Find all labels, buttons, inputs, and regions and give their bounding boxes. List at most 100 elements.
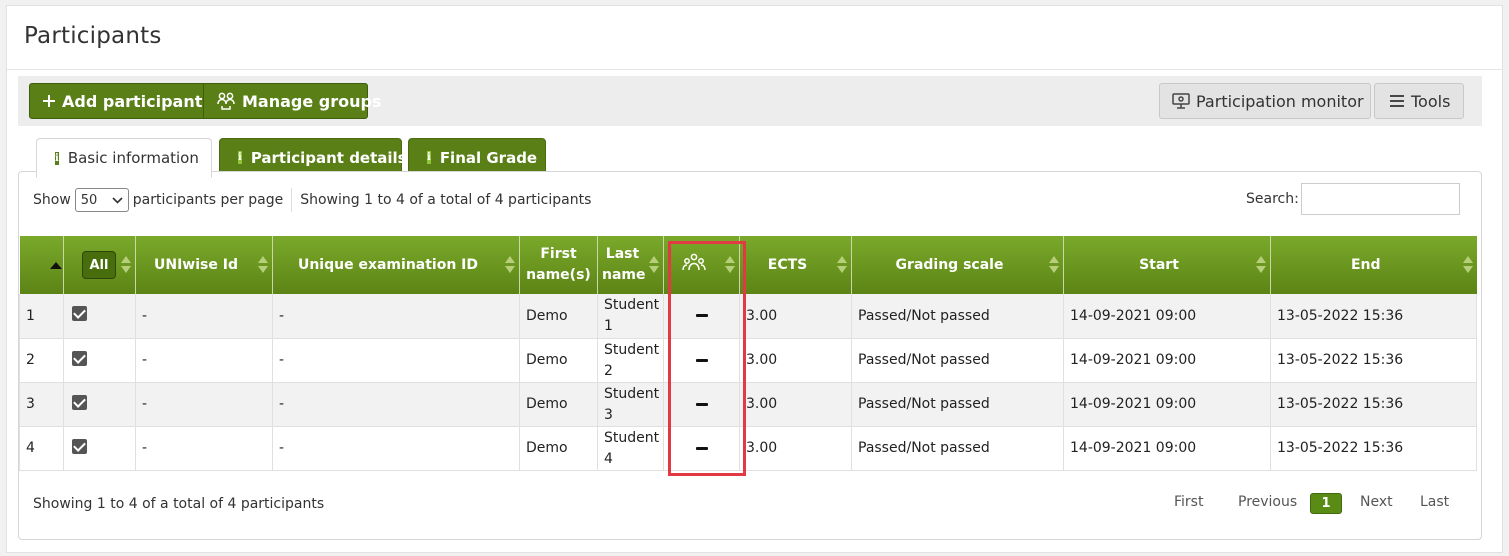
- ects-cell: 3.00: [739, 426, 852, 471]
- row-number: 2: [19, 338, 64, 383]
- ects-cell: 3.00: [739, 294, 852, 339]
- first-name-header[interactable]: First name(s): [519, 236, 598, 294]
- row-number: 3: [19, 382, 64, 427]
- row-checkbox[interactable]: [72, 350, 87, 366]
- uniwise-id-cell: -: [135, 294, 273, 339]
- group-icon: [216, 92, 236, 110]
- header-label: Start: [1139, 256, 1179, 273]
- start-header[interactable]: Start: [1063, 236, 1271, 294]
- table-row[interactable]: 2 - - Demo Student 2 3.00 Passed/Not pas…: [19, 338, 1477, 383]
- row-checkbox[interactable]: [72, 394, 87, 410]
- pager-first[interactable]: First: [1174, 494, 1203, 510]
- group-cell: [663, 294, 740, 339]
- row-checkbox[interactable]: [72, 438, 87, 454]
- last-name-cell: Student 1: [597, 294, 664, 339]
- select-all-button[interactable]: All: [82, 251, 116, 279]
- empty-dash-icon: [695, 402, 708, 406]
- participants-table: All UNIwise Id Unique examination ID Fir…: [19, 236, 1477, 471]
- page-title: Participants: [24, 23, 162, 49]
- last-name-cell: Student 4: [597, 426, 664, 471]
- group-cell: [663, 382, 740, 427]
- first-name-cell: Demo: [519, 426, 598, 471]
- row-checkbox-cell: [63, 426, 136, 471]
- table-row[interactable]: 3 - - Demo Student 3 3.00 Passed/Not pas…: [19, 382, 1477, 427]
- exam-id-header[interactable]: Unique examination ID: [272, 236, 520, 294]
- sort-number-header[interactable]: [19, 236, 64, 294]
- page-size-select[interactable]: 50: [74, 188, 129, 212]
- header-label: End: [1350, 256, 1381, 273]
- exam-id-cell: -: [272, 426, 520, 471]
- last-name-header[interactable]: Last name: [597, 236, 664, 294]
- row-number: 1: [19, 294, 64, 339]
- uniwise-id-cell: -: [135, 338, 273, 383]
- uniwise-id-cell: -: [135, 426, 273, 471]
- last-name-cell: Student 3: [597, 382, 664, 427]
- divider: [291, 188, 293, 212]
- pager-current-page[interactable]: 1: [1310, 493, 1342, 514]
- sort-icon[interactable]: [837, 256, 847, 274]
- participation-monitor-button[interactable]: Participation monitor: [1159, 83, 1371, 119]
- tab-label: Basic information: [67, 149, 199, 167]
- participants-table-container: Show 50 participants per page Showing 1 …: [18, 171, 1482, 540]
- start-cell: 14-09-2021 09:00: [1063, 294, 1271, 339]
- header-label: UNIwise Id: [154, 256, 238, 273]
- end-cell: 13-05-2022 15:36: [1270, 382, 1477, 427]
- end-cell: 13-05-2022 15:36: [1270, 338, 1477, 383]
- header-label: First name(s): [526, 246, 591, 283]
- show-label: Show: [33, 192, 71, 208]
- page-size-controls: Show 50 participants per page Showing 1 …: [33, 188, 591, 212]
- add-participants-button[interactable]: Add participants: [29, 83, 212, 119]
- uniwise-id-header[interactable]: UNIwise Id: [135, 236, 273, 294]
- tab-label: Final Grade: [439, 148, 538, 167]
- monitor-icon: [1172, 93, 1190, 109]
- first-name-cell: Demo: [519, 382, 598, 427]
- row-checkbox[interactable]: [72, 306, 87, 322]
- grading-scale-header[interactable]: Grading scale: [851, 236, 1064, 294]
- start-cell: 14-09-2021 09:00: [1063, 382, 1271, 427]
- sort-icon[interactable]: [1049, 256, 1059, 274]
- sort-icon[interactable]: [725, 256, 735, 274]
- table-row[interactable]: 1 - - Demo Student 1 3.00 Passed/Not pas…: [19, 294, 1477, 339]
- group-cell: [663, 338, 740, 383]
- row-checkbox-cell: [63, 338, 136, 383]
- table-row[interactable]: 4 - - Demo Student 4 3.00 Passed/Not pas…: [19, 426, 1477, 471]
- tab-basic-information[interactable]: i Basic information: [36, 138, 212, 178]
- tools-button[interactable]: Tools: [1374, 83, 1464, 119]
- header-label: Last name: [602, 246, 646, 283]
- sort-icon[interactable]: [1462, 256, 1473, 274]
- ects-header[interactable]: ECTS: [739, 236, 852, 294]
- sort-icon[interactable]: [121, 256, 131, 274]
- group-header[interactable]: [663, 236, 740, 294]
- start-cell: 14-09-2021 09:00: [1063, 338, 1271, 383]
- pager-next[interactable]: Next: [1360, 494, 1393, 510]
- header-label: Grading scale: [895, 256, 1004, 273]
- sort-icon[interactable]: [1256, 256, 1266, 274]
- sort-icon[interactable]: [649, 256, 659, 274]
- end-cell: 13-05-2022 15:36: [1270, 294, 1477, 339]
- first-name-cell: Demo: [519, 338, 598, 383]
- search-input[interactable]: [1301, 183, 1460, 215]
- page-size-value: 50: [80, 192, 98, 208]
- select-all-header: All: [63, 236, 136, 294]
- manage-groups-label: Manage groups: [242, 91, 382, 111]
- exam-id-cell: -: [272, 294, 520, 339]
- panel-header: Participants: [7, 6, 1502, 70]
- end-header[interactable]: End: [1270, 236, 1477, 294]
- plus-icon: [42, 94, 56, 108]
- grading-scale-cell: Passed/Not passed: [851, 426, 1064, 471]
- first-name-cell: Demo: [519, 294, 598, 339]
- participation-monitor-label: Participation monitor: [1196, 91, 1364, 111]
- uniwise-id-cell: -: [135, 382, 273, 427]
- pager-previous[interactable]: Previous: [1238, 494, 1297, 510]
- showing-summary: Showing 1 to 4 of a total of 4 participa…: [300, 192, 592, 208]
- ects-cell: 3.00: [739, 338, 852, 383]
- action-toolbar: Add participants Manage groups Participa…: [18, 76, 1482, 126]
- row-checkbox-cell: [63, 382, 136, 427]
- pager-last[interactable]: Last: [1420, 494, 1449, 510]
- sort-icon[interactable]: [505, 256, 515, 274]
- manage-groups-button[interactable]: Manage groups: [203, 83, 381, 119]
- per-page-label: participants per page: [132, 192, 284, 208]
- add-participants-label: Add participants: [62, 91, 212, 111]
- sort-icon[interactable]: [258, 256, 268, 274]
- info-icon: i: [55, 151, 59, 165]
